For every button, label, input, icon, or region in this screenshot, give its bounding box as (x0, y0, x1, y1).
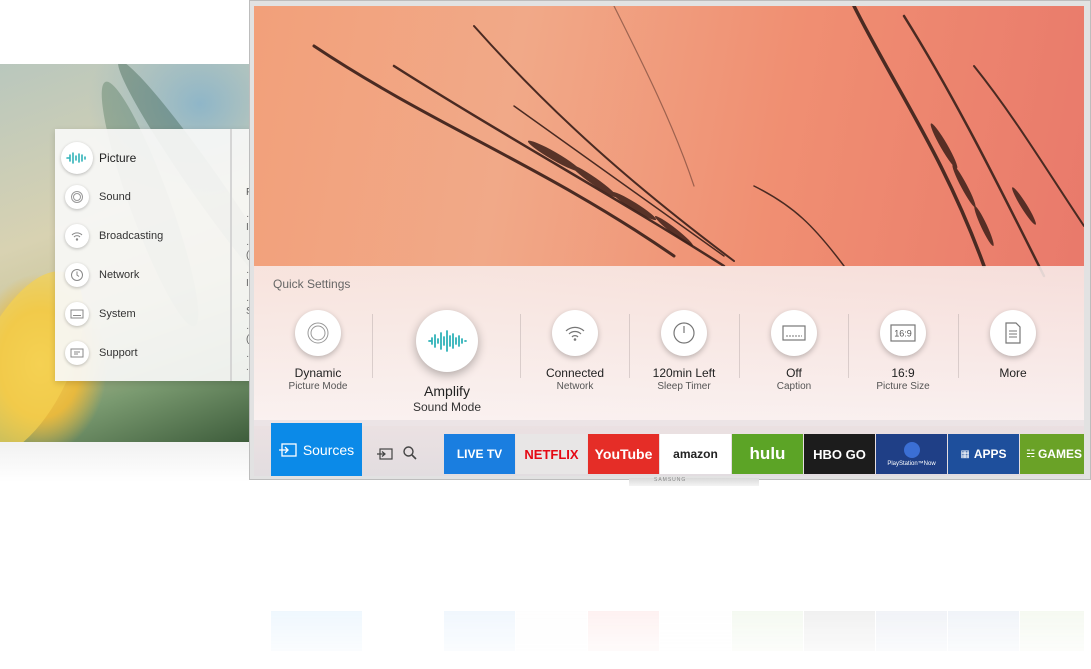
settings-item-label: System (99, 308, 136, 320)
floor-reflection (0, 486, 1091, 669)
picture-mode-icon (295, 310, 341, 356)
app-tile-label: LIVE TV (456, 447, 503, 461)
caption-icon (771, 310, 817, 356)
picture-wave-icon (61, 142, 93, 174)
tv-stand (629, 478, 759, 486)
quick-setting-value: 120min Left (652, 366, 716, 380)
search-icon[interactable] (403, 446, 417, 465)
gamepad-icon: ☵ (1026, 448, 1035, 460)
broadcast-icon (65, 224, 89, 248)
quick-setting-label: Sleep Timer (657, 381, 711, 392)
app-tile-label: YouTube (594, 446, 653, 462)
playstation-logo-icon (903, 441, 920, 458)
quick-setting-value: Connected (545, 366, 605, 380)
tv-screen: Quick Settings Dynamic Picture Mode Ampl… (254, 6, 1084, 476)
quick-setting-label: Sound Mode (412, 400, 482, 414)
quick-setting-sound-mode[interactable]: Amplify Sound Mode (392, 310, 502, 415)
settings-item-picture[interactable]: Picture (61, 142, 137, 174)
app-tile-label: PlayStation™Now (887, 460, 936, 467)
app-tile-label: GAMES (1037, 447, 1082, 461)
app-tile-live-tv[interactable]: LIVE TV (444, 434, 515, 474)
input-source-icon (278, 442, 297, 457)
quick-setting-value: Amplify (424, 383, 470, 399)
quick-setting-value: Dynamic (294, 366, 342, 380)
settings-item-label: Support (99, 347, 138, 359)
settings-item-sound[interactable]: Sound (65, 182, 131, 212)
background-tv-screen: Picture Sound Broadcasting Network Syste… (0, 64, 256, 442)
app-tile-apps[interactable]: ▦ APPS (948, 434, 1019, 474)
settings-item-network[interactable]: Network (65, 260, 139, 290)
app-tile-label: amazon (673, 447, 718, 461)
quick-settings-title: Quick Settings (273, 277, 351, 291)
clock-icon (661, 310, 707, 356)
settings-menu-panel: Picture Sound Broadcasting Network Syste… (55, 129, 256, 381)
back-tv-reflection (0, 442, 249, 482)
quick-settings-panel: Quick Settings Dynamic Picture Mode Ampl… (254, 266, 1084, 426)
app-tile-label: NETFLIX (524, 446, 579, 462)
quick-setting-sleep-timer[interactable]: 120min Left Sleep Timer (629, 310, 739, 393)
svg-text:16:9: 16:9 (894, 329, 912, 339)
settings-divider (230, 129, 232, 381)
app-tile-label: APPS (973, 447, 1007, 461)
settings-item-label: Sound (99, 191, 131, 203)
settings-item-support[interactable]: Support (65, 338, 138, 368)
quick-setting-value: More (999, 366, 1027, 380)
network-icon (65, 263, 89, 287)
settings-item-label: Network (99, 269, 140, 281)
quick-setting-value: Off (786, 366, 802, 380)
settings-item-broadcasting[interactable]: Broadcasting (65, 221, 163, 251)
input-source-small-icon[interactable] (377, 447, 393, 465)
quick-setting-more[interactable]: More (958, 310, 1068, 380)
app-tile-youtube[interactable]: YouTube (588, 434, 659, 474)
sound-icon (65, 185, 89, 209)
quick-setting-caption[interactable]: Off Caption (739, 310, 849, 393)
aspect-ratio-icon: 16:9 (880, 310, 926, 356)
settings-item-system[interactable]: System (65, 299, 136, 329)
document-icon (990, 310, 1036, 356)
settings-item-label: Picture (99, 151, 137, 165)
settings-item-label: Broadcasting (99, 230, 164, 242)
bar-shortcuts (377, 446, 417, 465)
quick-setting-label: Caption (776, 381, 812, 392)
app-tile-amazon[interactable]: amazon (660, 434, 731, 474)
app-tile-playstation-now[interactable]: PlayStation™Now (876, 434, 947, 474)
smart-hub-bar: Sources LIVE TV NETFLIX YouTube amazon h… (254, 420, 1084, 476)
sources-label: Sources (302, 441, 355, 458)
quick-setting-value: 16:9 (891, 366, 915, 380)
quick-setting-network[interactable]: Connected Network (520, 310, 630, 393)
app-tile-label: HBO GO (813, 446, 866, 462)
quick-setting-label: Picture Size (876, 381, 930, 392)
sources-button[interactable]: Sources (271, 423, 362, 476)
tv-brand-logo: SAMSUNG (654, 477, 687, 483)
quick-setting-picture-mode[interactable]: Dynamic Picture Mode (263, 310, 373, 393)
app-tile-netflix[interactable]: NETFLIX (516, 434, 587, 474)
quick-setting-picture-size[interactable]: 16:9 16:9 Picture Size (848, 310, 958, 393)
system-icon (65, 302, 89, 326)
app-tile-hbo-go[interactable]: HBO GO (804, 434, 875, 474)
apps-grid-icon: ▦ (960, 448, 970, 460)
app-tile-hulu[interactable]: hulu (732, 434, 803, 474)
wifi-icon (552, 310, 598, 356)
sound-wave-icon (416, 310, 478, 372)
quick-setting-label: Network (556, 381, 594, 392)
quick-setting-label: Picture Mode (288, 381, 348, 392)
app-tile-label: hulu (749, 444, 786, 463)
support-icon (65, 341, 89, 365)
app-tile-games[interactable]: ☵ GAMES (1020, 434, 1084, 474)
